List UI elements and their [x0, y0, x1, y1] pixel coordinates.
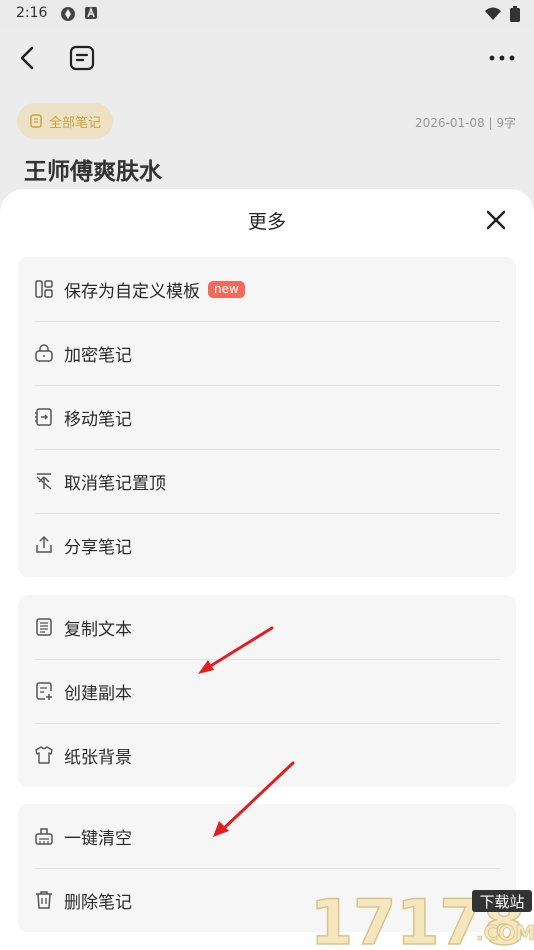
note-top-bar [0, 28, 534, 92]
menu-item-label: 取消笔记置顶 [64, 473, 166, 494]
menu-item-save-template[interactable]: 保存为自定义模板 new [18, 257, 516, 321]
lock-icon [35, 344, 53, 362]
status-icons-right [484, 6, 520, 22]
menu-item-label: 保存为自定义模板 [64, 281, 200, 302]
app-notification-icon [61, 7, 75, 21]
menu-item-label: 创建副本 [64, 683, 132, 704]
annotation-arrow-1 [198, 626, 274, 674]
menu-item-label: 删除笔记 [64, 892, 132, 913]
annotation-arrow-2 [213, 761, 295, 837]
wifi-icon [485, 7, 501, 20]
unpin-icon [36, 473, 52, 490]
note-meta: 2026-01-08 | 9字 [414, 116, 516, 130]
watermark-logo: 17178 下载站 .COM [309, 885, 534, 950]
note-outline-icon[interactable] [68, 44, 96, 72]
menu-item-label: 一键清空 [64, 828, 132, 849]
menu-item-label: 复制文本 [64, 619, 132, 640]
menu-item-move-note[interactable]: 移动笔记 [18, 385, 516, 449]
menu-item-label: 加密笔记 [64, 345, 132, 366]
menu-item-label: 纸张背景 [64, 747, 132, 768]
folder-book-icon [30, 114, 42, 128]
new-badge: new [208, 280, 245, 298]
status-time: 2:16 [16, 5, 48, 21]
menu-item-share-note[interactable]: 分享笔记 [18, 513, 516, 577]
menu-item-label: 分享笔记 [64, 537, 132, 558]
more-options-icon[interactable] [486, 44, 518, 72]
status-icons-left [60, 6, 98, 22]
back-arrow-icon[interactable] [14, 44, 42, 72]
move-icon [35, 408, 52, 426]
status-bar: 2:16 [0, 0, 534, 28]
folder-chip[interactable]: 全部笔记 [17, 103, 114, 139]
share-icon [36, 535, 52, 553]
menu-item-encrypt-note[interactable]: 加密笔记 [18, 321, 516, 385]
svg-text:下载站: 下载站 [479, 893, 524, 911]
menu-item-label: 移动笔记 [64, 409, 132, 430]
close-icon[interactable] [482, 206, 510, 234]
duplicate-icon [36, 682, 52, 700]
note-title: 王师傅爽肤水 [24, 159, 162, 185]
copy-text-icon [36, 618, 52, 636]
menu-group-note-actions: 保存为自定义模板 new 加密笔记 移动笔记 取消笔记置顶 分享笔记 [18, 257, 516, 577]
battery-icon [510, 6, 520, 22]
menu-item-unpin-note[interactable]: 取消笔记置顶 [18, 449, 516, 513]
a-notification-icon [85, 6, 97, 19]
folder-chip-label: 全部笔记 [49, 115, 102, 131]
svg-text:.COM: .COM [476, 921, 534, 945]
trash-icon [36, 891, 52, 909]
clear-icon [35, 828, 53, 845]
template-icon [35, 280, 53, 298]
paper-background-icon [35, 746, 53, 764]
sheet-title: 更多 [247, 211, 286, 233]
